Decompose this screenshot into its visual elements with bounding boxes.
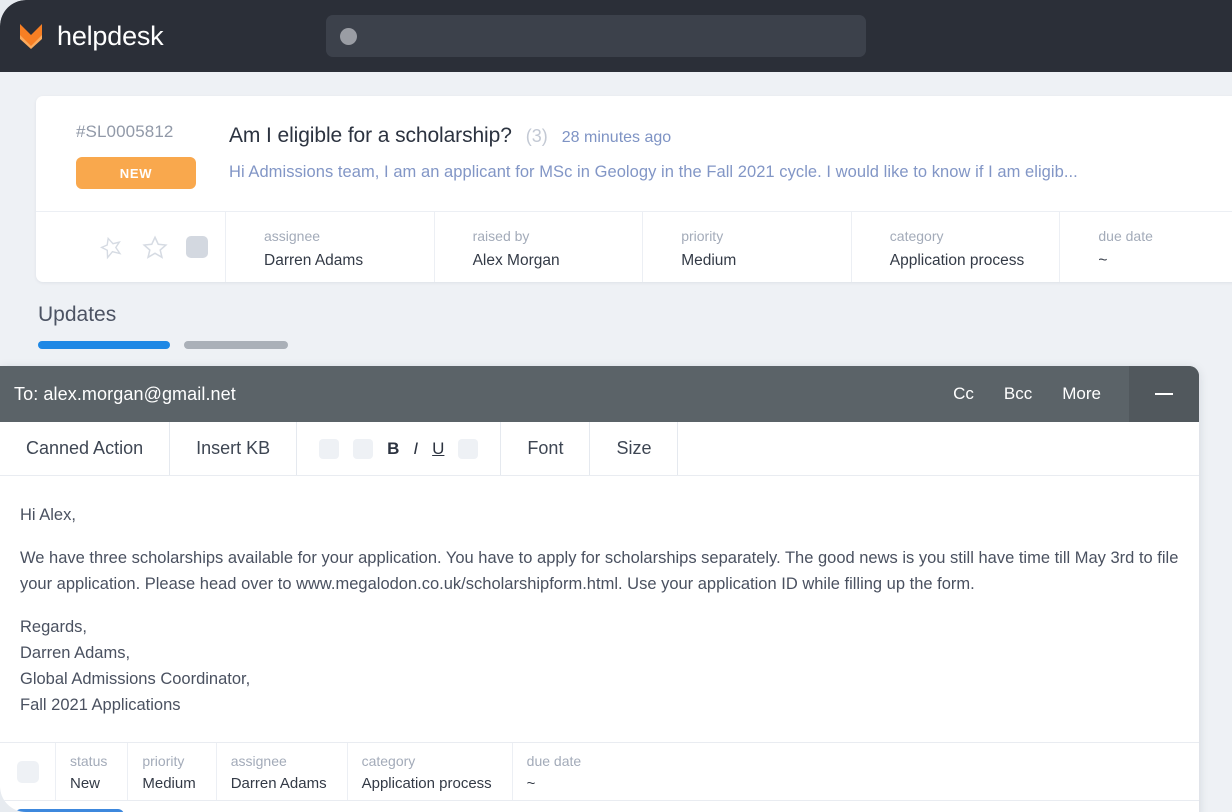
ticket-subject[interactable]: Am I eligible for a scholarship? <box>229 124 512 148</box>
body-signature: Regards, Darren Adams, Global Admissions… <box>20 614 1179 718</box>
compose-header: To: alex.morgan@gmail.net Cc Bcc More <box>0 366 1199 422</box>
compose-meta-priority-value: Medium <box>142 775 195 792</box>
star-icon[interactable] <box>142 234 168 260</box>
compose-meta-assignee-value: Darren Adams <box>231 775 327 792</box>
status-badge[interactable]: NEW <box>76 157 196 189</box>
compose-meta-status[interactable]: status New <box>56 743 128 800</box>
ticket-meta-due-date-label: due date <box>1098 228 1232 244</box>
search-input[interactable] <box>326 15 866 57</box>
ticket-meta-category-value: Application process <box>890 252 1060 270</box>
ticket-meta-strip: assignee Darren Adams raised by Alex Mor… <box>36 211 1232 282</box>
ticket-reply-count: (3) <box>526 126 548 147</box>
canned-action-label: Canned Action <box>26 438 143 459</box>
compose-meta-due-date-value: ~ <box>527 775 582 792</box>
insert-kb-button[interactable]: Insert KB <box>170 422 297 475</box>
ticket-card: #SL0005812 NEW Am I eligible for a schol… <box>36 96 1232 282</box>
format-group: B I U <box>297 422 501 475</box>
ticket-action-icons <box>36 212 226 282</box>
ticket-meta-priority-label: priority <box>681 228 851 244</box>
ticket-meta-raised-by-label: raised by <box>473 228 643 244</box>
compose-meta-priority[interactable]: priority Medium <box>128 743 216 800</box>
updates-heading: Updates <box>38 303 288 327</box>
insert-kb-label: Insert KB <box>196 438 270 459</box>
signature-line-4: Fall 2021 Applications <box>20 696 181 714</box>
italic-button[interactable]: I <box>413 439 418 459</box>
compose-meta-due-date[interactable]: due date ~ <box>513 743 602 800</box>
compose-meta-status-value: New <box>70 775 107 792</box>
compose-meta-status-label: status <box>70 753 107 769</box>
reply-body-editor[interactable]: Hi Alex, We have three scholarships avai… <box>0 476 1199 742</box>
ticket-title-row: Am I eligible for a scholarship? (3) 28 … <box>229 124 1232 148</box>
ticket-action-placeholder-icon[interactable] <box>186 236 208 258</box>
ticket-meta-raised-by-value: Alex Morgan <box>473 252 643 270</box>
compose-meta-category-label: category <box>362 753 492 769</box>
compose-footer: Add Reply Reset Draft saved <box>0 800 1199 812</box>
bold-button[interactable]: B <box>387 439 399 459</box>
signature-line-3: Global Admissions Coordinator, <box>20 670 250 688</box>
ticket-meta-category-label: category <box>890 228 1060 244</box>
updates-tabs <box>38 341 288 349</box>
signature-line-1: Regards, <box>20 618 87 636</box>
top-navigation-bar: helpdesk <box>0 0 1232 72</box>
ticket-meta-priority-value: Medium <box>681 252 851 270</box>
compose-meta-checkbox-cell[interactable] <box>0 743 56 800</box>
search-icon <box>340 28 357 45</box>
ticket-meta-due-date-value: ~ <box>1098 252 1232 270</box>
compose-meta-category-value: Application process <box>362 775 492 792</box>
size-selector[interactable]: Size <box>590 422 678 475</box>
ticket-main-column: Am I eligible for a scholarship? (3) 28 … <box>229 122 1232 189</box>
compose-meta-priority-label: priority <box>142 753 195 769</box>
compose-header-actions: Cc Bcc More <box>953 384 1129 404</box>
brand-name: helpdesk <box>57 21 163 52</box>
ticket-id-column: #SL0005812 NEW <box>76 122 229 189</box>
compose-to-field[interactable]: To: alex.morgan@gmail.net <box>0 384 953 405</box>
ticket-id: #SL0005812 <box>76 122 229 142</box>
cc-button[interactable]: Cc <box>953 384 974 404</box>
tab-updates-inactive[interactable] <box>184 341 288 349</box>
underline-button[interactable]: U <box>432 439 444 459</box>
tab-updates-active[interactable] <box>38 341 170 349</box>
ticket-meta-raised-by[interactable]: raised by Alex Morgan <box>435 212 644 282</box>
format-placeholder-left-icon[interactable] <box>319 439 339 459</box>
ticket-meta-category[interactable]: category Application process <box>852 212 1061 282</box>
ticket-timestamp: 28 minutes ago <box>562 129 671 147</box>
bcc-button[interactable]: Bcc <box>1004 384 1032 404</box>
more-button[interactable]: More <box>1062 384 1101 404</box>
signature-line-2: Darren Adams, <box>20 644 130 662</box>
font-label: Font <box>527 438 563 459</box>
ticket-meta-due-date[interactable]: due date ~ <box>1060 212 1232 282</box>
app-root: helpdesk #SL0005812 NEW Am I eligible fo… <box>0 0 1232 812</box>
checkbox-icon[interactable] <box>17 761 39 783</box>
body-greeting: Hi Alex, <box>20 502 1179 528</box>
minimize-button[interactable] <box>1129 366 1199 422</box>
ticket-header: #SL0005812 NEW Am I eligible for a schol… <box>36 96 1232 211</box>
compose-meta-due-date-label: due date <box>527 753 582 769</box>
reply-compose-panel: To: alex.morgan@gmail.net Cc Bcc More Ca… <box>0 366 1199 812</box>
font-selector[interactable]: Font <box>501 422 590 475</box>
compose-meta-category[interactable]: category Application process <box>348 743 513 800</box>
size-label: Size <box>616 438 651 459</box>
fox-logo-icon <box>18 22 44 50</box>
ticket-meta-assignee-label: assignee <box>264 228 434 244</box>
ticket-preview-text: Hi Admissions team, I am an applicant fo… <box>229 163 1232 182</box>
ticket-meta-assignee[interactable]: assignee Darren Adams <box>226 212 435 282</box>
minimize-icon <box>1155 393 1173 395</box>
editor-toolbar: Canned Action Insert KB B I U Font Size <box>0 422 1199 476</box>
compose-meta-assignee-label: assignee <box>231 753 327 769</box>
format-placeholder-mid-icon[interactable] <box>353 439 373 459</box>
ticket-meta-assignee-value: Darren Adams <box>264 252 434 270</box>
format-placeholder-right-icon[interactable] <box>458 439 478 459</box>
canned-action-button[interactable]: Canned Action <box>0 422 170 475</box>
pin-icon[interactable] <box>98 234 124 260</box>
compose-meta-assignee[interactable]: assignee Darren Adams <box>217 743 348 800</box>
updates-section: Updates <box>38 303 288 349</box>
brand[interactable]: helpdesk <box>18 21 163 52</box>
ticket-meta-priority[interactable]: priority Medium <box>643 212 852 282</box>
compose-meta-bar: status New priority Medium assignee Darr… <box>0 742 1199 800</box>
body-paragraph: We have three scholarships available for… <box>20 545 1179 597</box>
